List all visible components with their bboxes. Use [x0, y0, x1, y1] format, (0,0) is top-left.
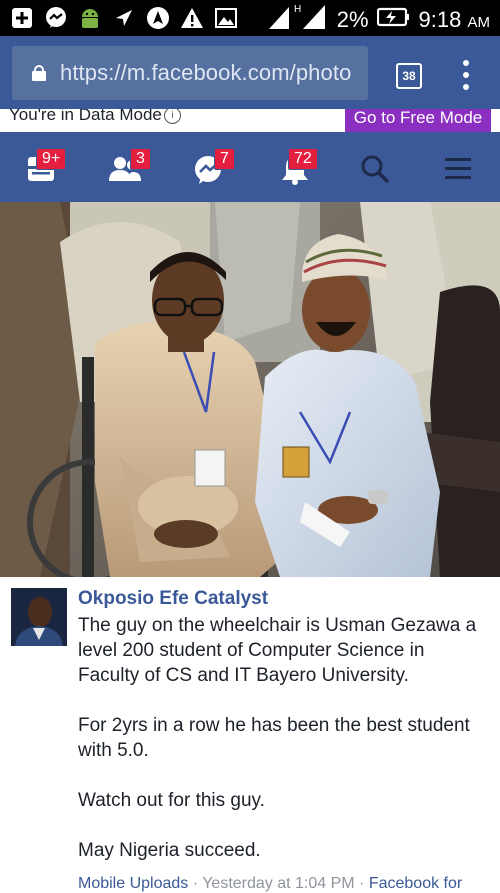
add-icon [10, 6, 34, 30]
search-icon [361, 155, 390, 184]
author-avatar[interactable] [11, 588, 67, 646]
menu-icon [445, 158, 471, 179]
messages-badge: 7 [214, 148, 235, 170]
nav-friend-requests[interactable]: 3 [100, 132, 151, 202]
image-icon [214, 6, 238, 30]
post-paragraph: May Nigeria succeed. [78, 840, 261, 861]
post-photo[interactable] [0, 202, 500, 577]
nav-menu[interactable] [434, 132, 484, 202]
overflow-menu-icon[interactable] [462, 60, 470, 90]
photo-image [0, 202, 500, 577]
svg-text:H: H [294, 4, 301, 15]
post-paragraph: The guy on the wheelchair is Usman Gezaw… [78, 615, 477, 686]
android-icon [78, 6, 102, 30]
navigation-icon [146, 6, 170, 30]
data-mode-banner: You're in Data Mode i Go to Free Mode [0, 109, 500, 132]
status-bar: H 2% 9:18 AM [0, 0, 500, 36]
friend-requests-badge: 3 [130, 148, 151, 170]
facebook-nav-bar: 9+ 3 7 72 [0, 132, 500, 202]
battery-charging-icon [376, 7, 411, 33]
album-link[interactable]: Mobile Uploads [78, 875, 188, 892]
separator: · [354, 875, 369, 892]
signal-icon: H [267, 3, 329, 37]
address-bar[interactable]: https://m.facebook.com/photo [12, 46, 368, 100]
data-mode-text: You're in Data Mode [9, 109, 162, 124]
post-timestamp[interactable]: Yesterday at 1:04 PM [202, 875, 354, 892]
nav-news-feed[interactable]: 9+ [16, 132, 67, 202]
post-paragraph: Watch out for this guy. [78, 790, 265, 811]
tab-switcher-button[interactable]: 38 [396, 63, 422, 89]
nav-search[interactable] [350, 132, 400, 202]
nav-notifications[interactable]: 72 [270, 132, 320, 202]
nav-messages[interactable]: 7 [184, 132, 235, 202]
post-footer: Mobile Uploads · Yesterday at 1:04 PM · … [78, 875, 462, 893]
location-icon [112, 6, 136, 30]
news-feed-badge: 9+ [36, 148, 67, 170]
warning-icon [180, 6, 204, 30]
post-text: The guy on the wheelchair is Usman Gezaw… [78, 613, 488, 888]
post-card: Okposio Efe Catalyst The guy on the whee… [0, 577, 500, 892]
app-link[interactable]: Facebook for [369, 875, 462, 892]
browser-toolbar: https://m.facebook.com/photo 38 [0, 36, 500, 109]
messenger-icon [44, 6, 68, 30]
battery-percent: 2% [336, 7, 369, 32]
author-name-link[interactable]: Okposio Efe Catalyst [78, 588, 268, 610]
lock-icon [32, 65, 46, 81]
separator: · [188, 875, 203, 892]
notifications-badge: 72 [288, 148, 318, 170]
info-icon[interactable]: i [164, 109, 181, 124]
clock: 9:18 AM [418, 7, 490, 32]
post-paragraph: For 2yrs in a row he has been the best s… [78, 715, 470, 761]
free-mode-button[interactable]: Go to Free Mode [345, 109, 491, 132]
url-text: https://m.facebook.com/photo [60, 60, 352, 85]
